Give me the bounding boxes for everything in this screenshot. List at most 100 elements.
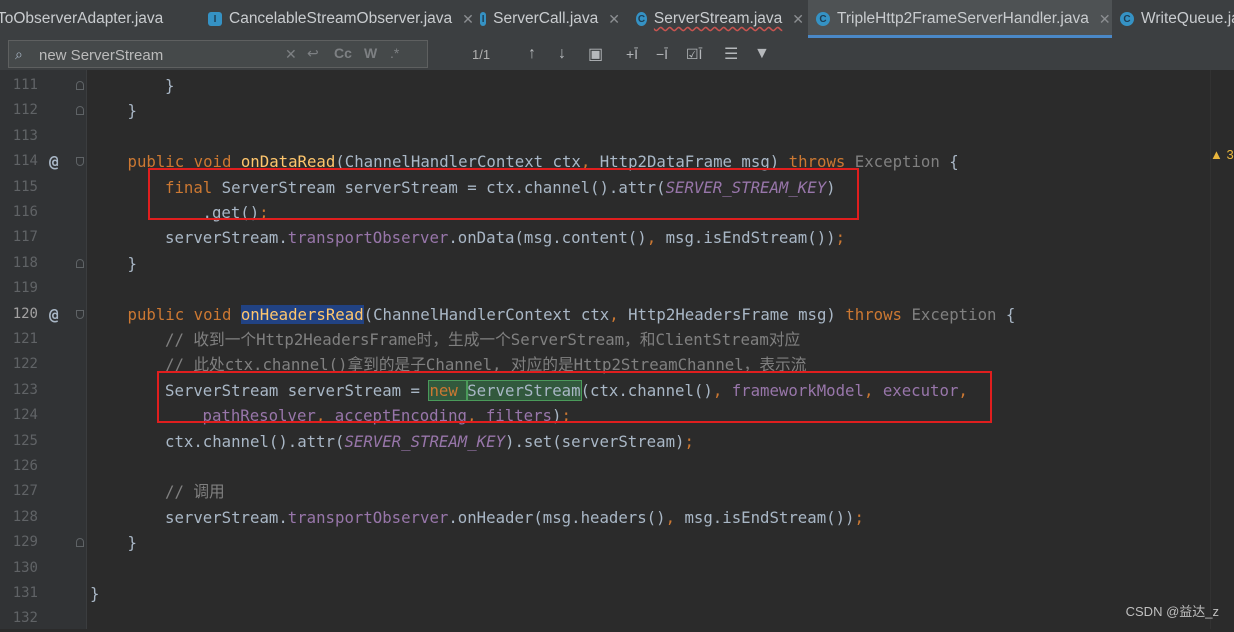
line-number: 122 — [12, 356, 38, 373]
code-token: } — [90, 584, 100, 603]
tab-label: CancelableStreamObserver.java — [229, 10, 453, 27]
code-token: ).set(serverStream) — [505, 431, 685, 451]
words-toggle[interactable]: W — [364, 45, 377, 61]
code-token: ctx.channel().attr( — [165, 431, 345, 451]
tab-5[interactable]: C WriteQueue.ja — [1120, 0, 1234, 38]
code-token: Http2HeadersFrame msg) — [628, 304, 846, 324]
line-number: 132 — [12, 610, 38, 627]
code-token: // 调用 — [165, 482, 225, 502]
line-number: 113 — [12, 127, 38, 144]
code-line: 112} — [0, 98, 1234, 123]
next-occurrence-icon[interactable]: ↓ — [558, 38, 566, 70]
override-marker-icon[interactable]: @ — [49, 149, 59, 174]
line-number: 119 — [12, 280, 38, 297]
tab-active[interactable]: C TripleHttp2FrameServerHandler.java ✕ — [808, 0, 1112, 38]
code-text: // 调用 — [165, 479, 225, 504]
remove-occurrence-icon[interactable]: −Ī — [656, 38, 668, 70]
close-icon[interactable]: ✕ — [1099, 11, 1111, 28]
code-line: 128 serverStream.transportObserver.onHead… — [0, 505, 1234, 530]
code-token: } — [127, 533, 137, 553]
fold-end-icon[interactable] — [76, 258, 84, 268]
tab-3[interactable]: C ServerStream.java ✕ — [636, 0, 804, 38]
tab-2[interactable]: I ServerCall.java ✕ — [480, 0, 620, 38]
code-text: } — [90, 581, 99, 606]
code-token: serverStream. — [165, 507, 288, 527]
line-number: 126 — [12, 458, 38, 474]
code-text: // 收到一个Http2HeadersFrame时，生成一个ServerStre… — [165, 327, 800, 352]
regex-toggle[interactable]: .* — [390, 45, 399, 61]
highlight-box-get-server-stream — [148, 168, 859, 220]
code-line: 126 — [0, 454, 1234, 479]
interface-icon: I — [208, 12, 222, 26]
newline-icon[interactable]: ↩ — [307, 45, 319, 62]
code-line: 132 — [0, 606, 1234, 631]
code-token: .onData(msg.content() — [448, 228, 647, 248]
line-number: 118 — [12, 254, 38, 271]
code-token: Exception — [854, 152, 950, 172]
code-text: } — [128, 530, 137, 555]
tab-label: TripleHttp2FrameServerHandler.java — [837, 10, 1089, 27]
code-token: Exception — [911, 304, 1006, 324]
code-editor[interactable]: 111} 112} 113 114 @ public void onDataRead(Ch… — [0, 70, 1234, 629]
code-text: } — [128, 98, 137, 123]
tab-label: ServerStream.java — [653, 10, 783, 27]
filter-icon[interactable]: ▼ — [754, 38, 770, 70]
line-number: 124 — [12, 407, 38, 424]
tab-0[interactable]: ToObserverAdapter.java — [0, 0, 197, 38]
override-marker-icon[interactable]: @ — [49, 302, 59, 327]
close-icon[interactable]: ✕ — [608, 11, 620, 28]
code-line: 111} — [0, 73, 1234, 98]
search-box[interactable]: ⌕ ✕ ↩ Cc W .* — [8, 40, 428, 68]
filter-results-icon[interactable]: ☰ — [724, 38, 738, 70]
search-icon: ⌕ — [15, 46, 23, 62]
code-token: .onHeader(msg.headers() — [448, 507, 666, 527]
code-token: msg.isEndStream()) — [684, 507, 855, 527]
fold-start-icon[interactable] — [76, 309, 84, 319]
code-token: } — [127, 253, 137, 273]
code-line: 130 — [0, 556, 1234, 581]
code-text: public void onHeadersRead(ChannelHandler… — [127, 302, 1015, 327]
code-text: } — [165, 73, 174, 98]
code-text: } — [128, 251, 137, 276]
code-line: 125 ctx.channel().attr(SERVER_STREAM_KEY)… — [0, 429, 1234, 454]
code-token: , — [646, 228, 666, 248]
watermark: CSDN @益达_z — [1125, 604, 1219, 619]
code-token: (ChannelHandlerContext ctx — [363, 304, 610, 324]
interface-icon: I — [480, 12, 487, 26]
editor-tab-bar: ToObserverAdapter.java I CancelableStrea… — [0, 0, 1234, 38]
code-line: 120 @ public void onHeadersRead(ChannelHan… — [0, 302, 1234, 327]
line-number: 117 — [12, 229, 38, 246]
line-number: 116 — [12, 204, 38, 220]
line-number: 127 — [12, 483, 38, 500]
search-input[interactable] — [39, 45, 279, 65]
code-text: ctx.channel().attr(SERVER_STREAM_KEY).se… — [165, 429, 694, 454]
select-all-matches-icon[interactable]: ☑Ī — [686, 38, 702, 70]
code-text: serverStream.transportObserver.onData(ms… — [165, 225, 845, 250]
match-case-toggle[interactable]: Cc — [334, 45, 352, 61]
tab-1[interactable]: I CancelableStreamObserver.java ✕ — [208, 0, 476, 38]
code-token: } — [165, 76, 175, 95]
tab-label: ServerCall.java — [493, 10, 599, 27]
line-number: 114 — [12, 153, 38, 170]
previous-occurrence-icon[interactable]: ↑ — [528, 38, 536, 70]
fold-end-icon[interactable] — [76, 538, 84, 548]
line-number: 111 — [12, 77, 38, 93]
fold-end-icon[interactable] — [76, 81, 84, 90]
find-toolbar: ⌕ ✕ ↩ Cc W .* 1/1 ↑ ↓ ▣ +Ī −Ī ☑Ī ☰ ▼ — [0, 38, 1234, 71]
line-number: 131 — [12, 585, 38, 601]
close-icon[interactable]: ✕ — [792, 11, 804, 28]
class-icon: C — [816, 12, 830, 26]
code-token: throws — [845, 304, 912, 324]
code-token: , — [665, 507, 685, 527]
clear-icon[interactable]: ✕ — [285, 46, 297, 63]
add-occurrence-icon[interactable]: +Ī — [626, 38, 638, 70]
fold-end-icon[interactable] — [76, 106, 84, 116]
fold-start-icon[interactable] — [76, 157, 84, 167]
close-icon[interactable]: ✕ — [462, 11, 474, 28]
select-all-occurrences-icon[interactable]: ▣ — [588, 38, 603, 70]
code-token: ; — [835, 228, 846, 248]
code-line: 121 // 收到一个Http2HeadersFrame时，生成一个ServerS… — [0, 327, 1234, 352]
line-number: 130 — [12, 559, 38, 576]
warning-indicator[interactable]: ▲ 3 — [1210, 147, 1234, 162]
code-token: public — [127, 304, 194, 324]
